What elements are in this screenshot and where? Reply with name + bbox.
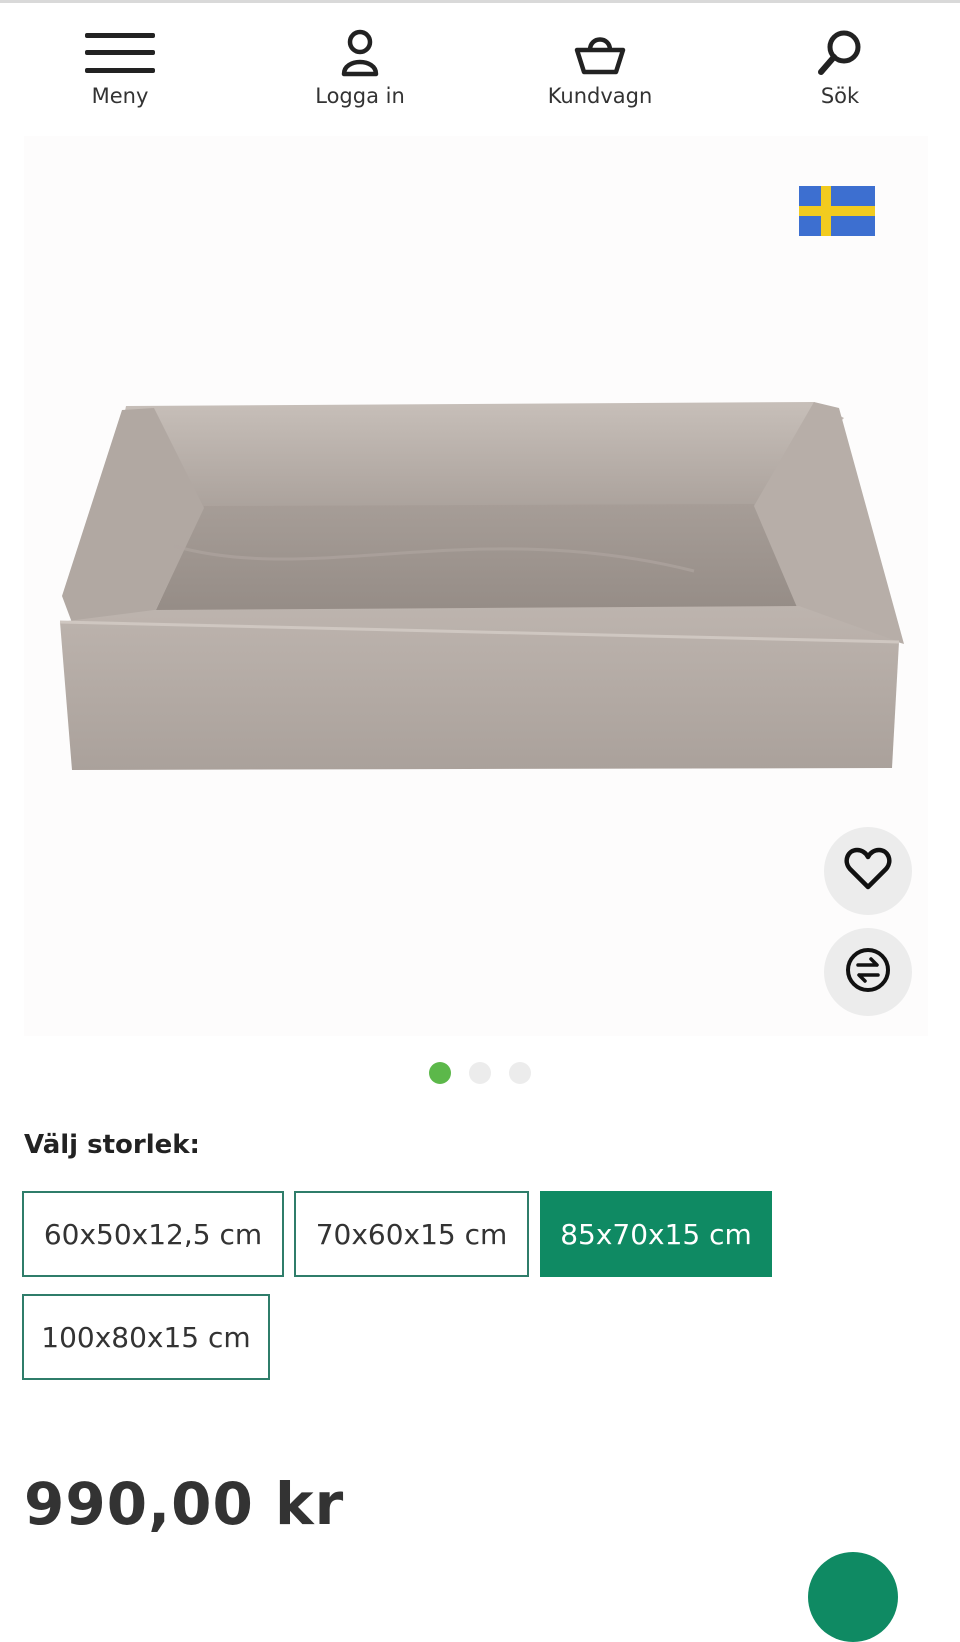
search-button[interactable]: Sök [740, 24, 940, 114]
size-option-selected[interactable]: 85x70x15 cm [540, 1191, 772, 1277]
heart-icon [844, 847, 892, 895]
carousel-indicators [0, 1062, 960, 1084]
product-image [59, 402, 904, 770]
menu-icon [83, 28, 157, 82]
compare-icon [844, 946, 892, 998]
basket-icon [573, 28, 627, 82]
size-option[interactable]: 70x60x15 cm [294, 1191, 529, 1277]
size-heading: Välj storlek: [24, 1130, 200, 1160]
favorite-button[interactable] [824, 827, 912, 915]
cart-label: Kundvagn [547, 84, 653, 108]
size-option[interactable]: 60x50x12,5 cm [22, 1191, 284, 1277]
product-price: 990,00 kr [24, 1470, 345, 1538]
carousel-dot[interactable] [509, 1062, 531, 1084]
carousel-dot[interactable] [469, 1062, 491, 1084]
menu-label: Meny [91, 84, 149, 108]
cart-button[interactable]: Kundvagn [500, 24, 700, 114]
login-label: Logga in [315, 84, 405, 108]
size-option[interactable]: 100x80x15 cm [22, 1294, 270, 1380]
product-image-gallery[interactable] [24, 136, 928, 1036]
swedish-flag-icon [799, 186, 875, 236]
top-divider [0, 0, 960, 3]
login-button[interactable]: Logga in [260, 24, 460, 114]
search-icon [815, 28, 865, 82]
user-icon [338, 28, 382, 82]
menu-button[interactable]: Meny [20, 24, 220, 114]
search-label: Sök [820, 84, 860, 108]
compare-button[interactable] [824, 928, 912, 1016]
carousel-dot[interactable] [429, 1062, 451, 1084]
